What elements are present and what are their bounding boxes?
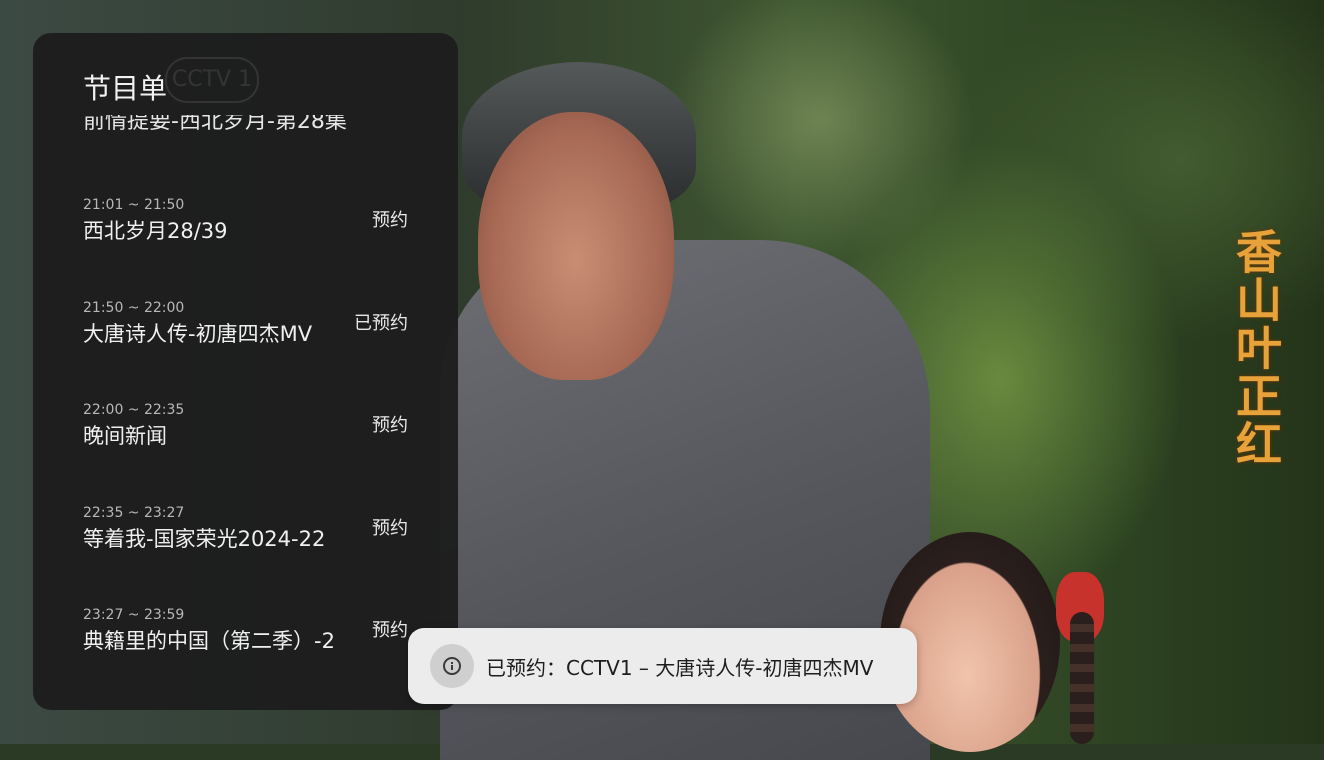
program-name: 典籍里的中国（第二季）-2 xyxy=(83,629,335,654)
video-figure-man-head xyxy=(478,112,674,380)
reserve-button[interactable]: 预约 xyxy=(372,514,408,540)
reserved-button[interactable]: 已预约 xyxy=(354,309,408,335)
video-figure-girl-braid xyxy=(1070,612,1094,744)
program-name: 西北岁月28/39 xyxy=(83,219,228,243)
toast-message: 已预约：CCTV1 – 大唐诗人传-初唐四杰MV xyxy=(486,656,874,680)
program-time: 23:27 ~ 23:59 xyxy=(83,607,185,624)
reserve-button[interactable]: 预约 xyxy=(372,616,408,642)
program-item[interactable]: 21:50 ~ 22:00 大唐诗人传-初唐四杰MV 已预约 xyxy=(33,286,458,389)
program-time: 22:00 ~ 22:35 xyxy=(83,402,185,419)
program-time: 21:01 ~ 21:50 xyxy=(83,197,185,213)
program-guide-title: 节目单 xyxy=(83,72,168,105)
program-item[interactable]: 23:27 ~ 23:59 典籍里的中国（第二季）-2 预约 xyxy=(33,593,458,696)
channel-logo-watermark: CCTV 1 xyxy=(165,57,259,103)
program-list: 21:01 ~ 21:50 西北岁月28/39 预约 21:50 ~ 22:00… xyxy=(33,183,458,696)
program-item-partial[interactable]: 前情提要-西北岁月-第28集 xyxy=(83,115,413,137)
program-time: 21:50 ~ 22:00 xyxy=(83,299,185,316)
program-name: 等着我-国家荣光2024-22 xyxy=(83,526,326,551)
program-item[interactable]: 22:00 ~ 22:35 晚间新闻 预约 xyxy=(33,388,458,491)
program-name: 晚间新闻 xyxy=(83,424,167,449)
program-name: 前情提要-西北岁月-第28集 xyxy=(83,115,347,134)
show-title-watermark: 香山叶正红 xyxy=(1229,228,1283,468)
reserve-button[interactable]: 预约 xyxy=(372,411,408,437)
program-item[interactable]: 22:35 ~ 23:27 等着我-国家荣光2024-22 预约 xyxy=(33,491,458,594)
reserve-button[interactable]: 预约 xyxy=(372,206,408,232)
info-icon xyxy=(430,644,474,688)
program-guide-panel: CCTV 1 节目单 前情提要-西北岁月-第28集 21:01 ~ 21:50 … xyxy=(33,33,458,710)
program-time: 22:35 ~ 23:27 xyxy=(83,504,185,521)
program-name: 大唐诗人传-初唐四杰MV xyxy=(83,321,313,346)
reservation-toast: 已预约：CCTV1 – 大唐诗人传-初唐四杰MV xyxy=(408,628,917,704)
program-item[interactable]: 21:01 ~ 21:50 西北岁月28/39 预约 xyxy=(33,183,458,286)
